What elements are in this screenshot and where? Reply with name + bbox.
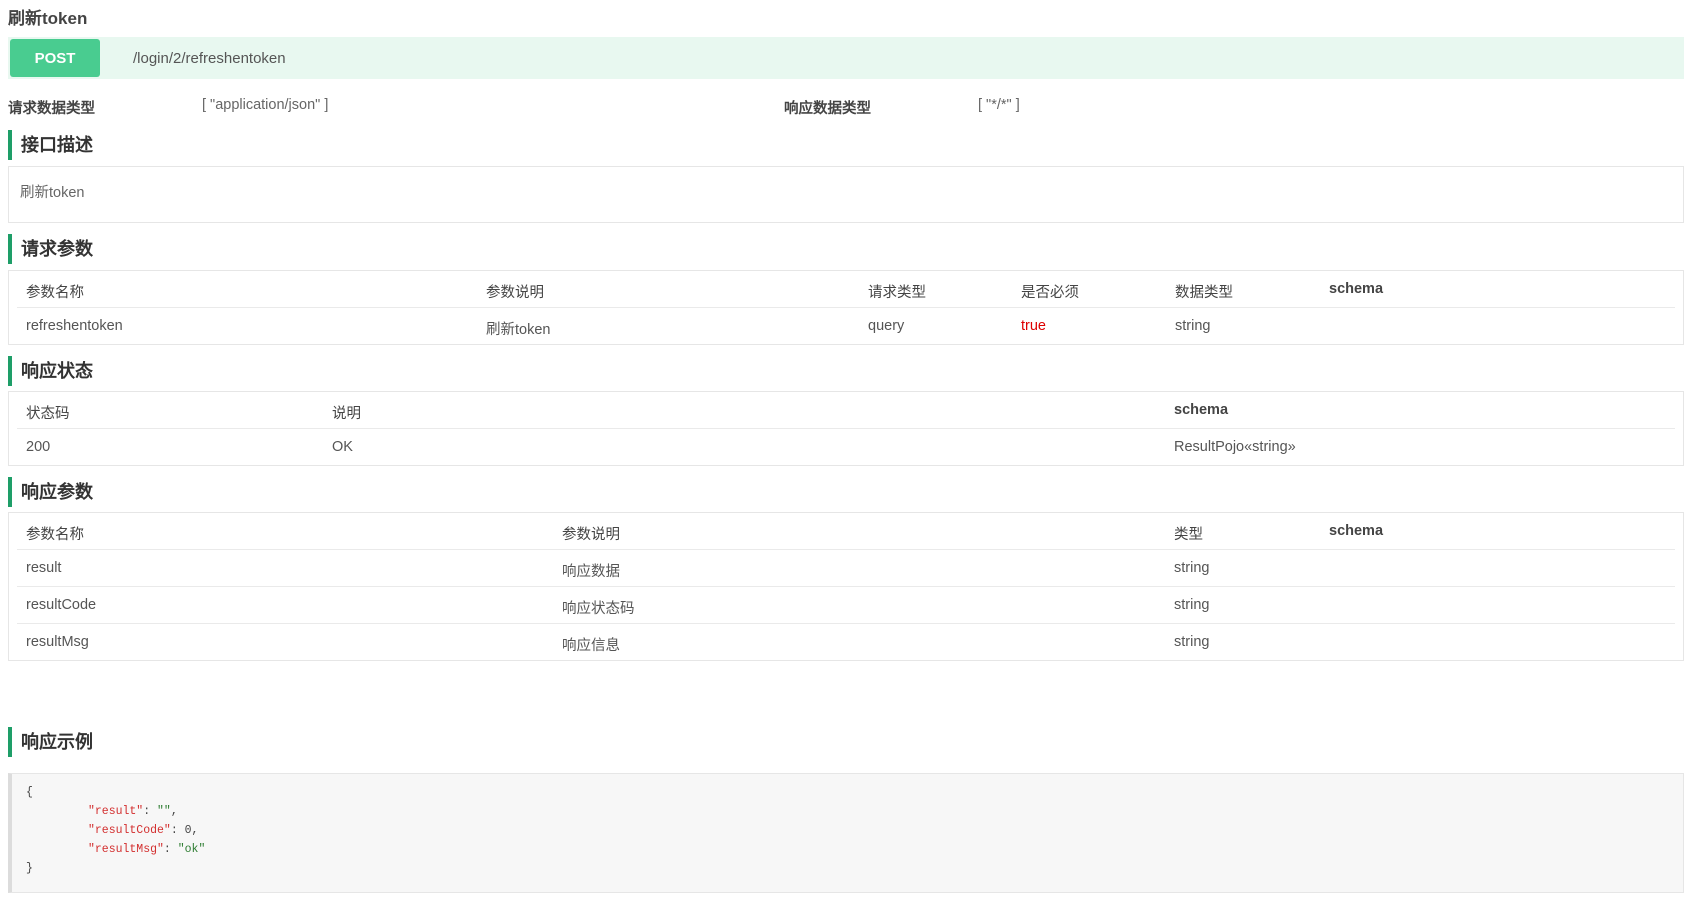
param-description: 刷新token: [486, 322, 551, 338]
param-description: 响应状态码: [562, 601, 635, 617]
column-header: 参数名称: [26, 527, 84, 543]
section-title-request-params: 请求参数: [8, 234, 93, 264]
code-line: "resultCode": 0,: [88, 824, 198, 837]
section-title-description: 接口描述: [8, 130, 93, 160]
column-header: 是否必须: [1021, 285, 1079, 301]
code-line: "resultMsg": "ok": [88, 843, 205, 856]
json-value: "": [157, 805, 171, 818]
param-type: string: [1174, 560, 1210, 576]
status-description: OK: [332, 439, 353, 455]
column-header: 请求类型: [868, 285, 926, 301]
table-row: 200 OK ResultPojo«string»: [17, 429, 1675, 466]
param-type: string: [1175, 318, 1211, 334]
http-method-badge: POST: [10, 39, 100, 77]
code-line: "result": "",: [88, 805, 178, 818]
json-separator: :: [143, 805, 158, 818]
param-required: true: [1021, 318, 1046, 334]
json-key: "resultCode": [88, 824, 171, 837]
param-name: resultCode: [26, 597, 97, 613]
json-key: "result": [88, 805, 144, 818]
column-header: 参数说明: [562, 527, 620, 543]
request-params-table: 参数名称 参数说明 请求类型 是否必须 数据类型 schema refreshe…: [8, 270, 1684, 345]
json-trailing-comma: ,: [191, 824, 199, 837]
column-header: 说明: [332, 406, 361, 422]
table-row: result 响应数据 string: [17, 550, 1675, 587]
json-value: 0: [184, 824, 192, 837]
table-row: resultCode 响应状态码 string: [17, 587, 1675, 624]
code-close-brace: }: [26, 862, 33, 875]
page-title: 刷新token: [8, 9, 88, 28]
column-header: 数据类型: [1175, 285, 1233, 301]
table-row: resultMsg 响应信息 string: [17, 624, 1675, 661]
response-mime-value: [ "*/*" ]: [978, 97, 1020, 113]
endpoint-bar[interactable]: POST /login/2/refreshentoken: [8, 37, 1684, 79]
column-header: schema: [1329, 281, 1384, 297]
json-value: "ok": [177, 843, 206, 856]
status-schema: ResultPojo«string»: [1174, 439, 1296, 455]
response-mime-label: 响应数据类型: [784, 101, 871, 117]
json-key: "resultMsg": [88, 843, 164, 856]
response-example-code[interactable]: { "result": "", "resultCode": 0, "result…: [8, 773, 1684, 893]
column-header: 状态码: [26, 406, 70, 422]
param-type: string: [1174, 597, 1210, 613]
description-box: 刷新token: [8, 166, 1684, 223]
section-title-response-params: 响应参数: [8, 477, 93, 507]
section-title-response-status: 响应状态: [8, 356, 93, 386]
param-name: result: [26, 560, 62, 576]
json-trailing-comma: ,: [170, 805, 178, 818]
request-mime-value: [ "application/json" ]: [202, 97, 329, 113]
description-text: 刷新token: [20, 185, 85, 201]
column-header: schema: [1174, 402, 1229, 418]
column-header: 类型: [1174, 527, 1203, 543]
param-description: 响应信息: [562, 638, 620, 654]
param-in: query: [868, 318, 905, 334]
response-params-table: 参数名称 参数说明 类型 schema result 响应数据 string r…: [8, 512, 1684, 661]
request-mime-label: 请求数据类型: [8, 101, 95, 117]
table-header-row: 状态码 说明 schema: [17, 392, 1675, 429]
response-status-table: 状态码 说明 schema 200 OK ResultPojo«string»: [8, 391, 1684, 466]
param-description: 响应数据: [562, 564, 620, 580]
section-title-response-example: 响应示例: [8, 727, 93, 757]
table-row: refreshentoken 刷新token query true string: [17, 308, 1675, 345]
table-header-row: 参数名称 参数说明 请求类型 是否必须 数据类型 schema: [17, 271, 1675, 308]
param-name: resultMsg: [26, 634, 89, 650]
json-separator: :: [163, 843, 178, 856]
code-open-brace: {: [26, 786, 33, 799]
mime-types-row: 请求数据类型 [ "application/json" ] 响应数据类型 [ "…: [8, 97, 1684, 117]
param-type: string: [1174, 634, 1210, 650]
endpoint-path: /login/2/refreshentoken: [133, 49, 286, 67]
column-header: schema: [1329, 523, 1384, 539]
column-header: 参数说明: [486, 285, 544, 301]
column-header: 参数名称: [26, 285, 84, 301]
table-header-row: 参数名称 参数说明 类型 schema: [17, 513, 1675, 550]
status-code: 200: [26, 439, 51, 455]
param-name: refreshentoken: [26, 318, 123, 334]
json-separator: :: [170, 824, 185, 837]
